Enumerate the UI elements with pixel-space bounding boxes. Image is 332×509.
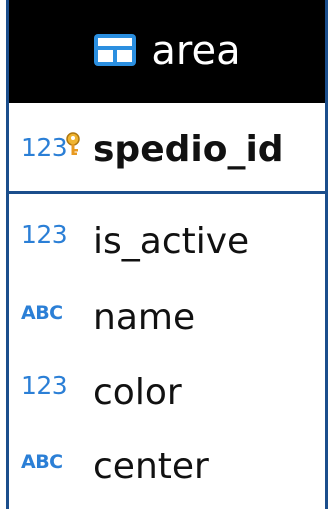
text-type-icon: ABC <box>21 451 63 473</box>
column-name: spedio_id <box>93 129 284 170</box>
numeric-type-icon: 123 <box>21 133 68 162</box>
column-row[interactable]: 123 is_active <box>9 212 325 272</box>
key-icon <box>66 132 80 155</box>
column-row[interactable]: ABC center <box>9 437 325 497</box>
entity-title: area <box>151 27 241 74</box>
column-row[interactable]: 123 color <box>9 363 325 423</box>
column-name: color <box>93 372 182 413</box>
text-type-icon: ABC <box>21 302 63 324</box>
entity-header[interactable]: area <box>9 0 325 103</box>
column-name: center <box>93 446 209 487</box>
entity-box-area[interactable]: area 123 spedio_id 123 is_active ABC nam… <box>6 0 328 509</box>
primary-key-row[interactable]: 123 spedio_id <box>9 103 325 194</box>
table-icon <box>94 33 137 66</box>
numeric-type-icon: 123 <box>21 220 68 249</box>
column-name: is_active <box>93 221 250 262</box>
column-name: name <box>93 297 196 338</box>
numeric-type-icon: 123 <box>21 371 68 400</box>
column-row[interactable]: ABC name <box>9 288 325 348</box>
